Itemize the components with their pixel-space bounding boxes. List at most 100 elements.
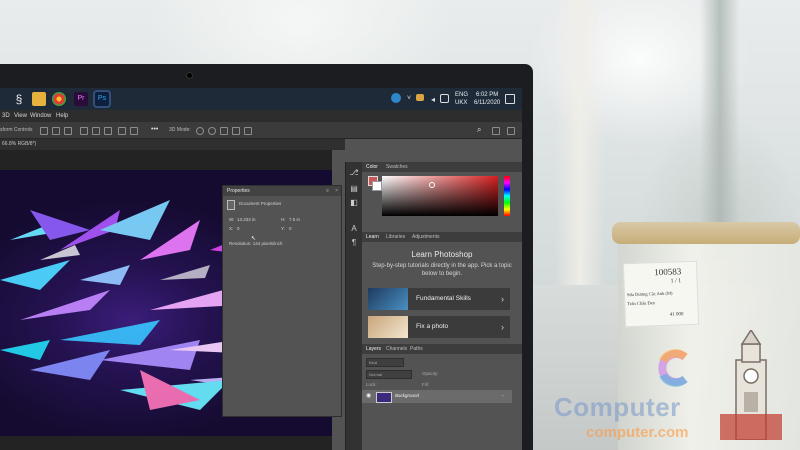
- color-picker-ring[interactable]: [429, 182, 435, 188]
- blend-mode-value: Normal: [369, 372, 382, 377]
- document-tab[interactable]: 66.8% RGB/8*): [0, 139, 345, 150]
- learn-panel-tabs: Learn Libraries Adjustments: [362, 232, 522, 242]
- language-indicator[interactable]: ENG UKX: [455, 91, 468, 107]
- photoshop-icon[interactable]: Ps: [95, 92, 109, 106]
- more-options-icon[interactable]: •••: [151, 122, 158, 138]
- mouse-cursor-icon: ↖: [251, 236, 257, 242]
- onedrive-icon[interactable]: [416, 94, 424, 101]
- roll-3d-icon[interactable]: [208, 127, 216, 135]
- receipt-line-5: 41 000: [669, 312, 684, 318]
- y-value[interactable]: 0: [289, 226, 292, 232]
- learn-panel: Learn Libraries Adjustments Learn Photos…: [362, 232, 522, 340]
- webcam: [187, 73, 192, 78]
- chrome-icon[interactable]: [52, 92, 66, 106]
- chevron-right-icon: ›: [501, 322, 504, 332]
- layer-filter-label: Kind: [369, 360, 378, 365]
- premiere-icon[interactable]: Pr: [74, 92, 88, 106]
- transform-controls-checkbox[interactable]: sform Controls: [0, 122, 33, 138]
- menu-item-3d[interactable]: 3D: [2, 110, 10, 122]
- menu-item-window[interactable]: Window: [30, 110, 51, 122]
- learn-card-label: Fundamental Skills: [416, 295, 471, 302]
- height-value[interactable]: 7.5 in: [289, 217, 300, 223]
- scale-3d-icon[interactable]: [244, 127, 252, 135]
- adjust-icon[interactable]: ◧: [349, 198, 359, 208]
- notifications-icon[interactable]: [505, 94, 515, 104]
- width-value[interactable]: 13.333 in: [237, 217, 256, 223]
- watermark-text: Computer: [554, 392, 681, 422]
- layer-thumbnail: [376, 392, 392, 403]
- character-icon[interactable]: A: [349, 224, 359, 234]
- hue-slider[interactable]: [504, 176, 510, 216]
- menu-item-view[interactable]: View: [14, 110, 27, 122]
- 3d-mode-label: 3D Mode:: [169, 127, 191, 133]
- rotate-3d-icon[interactable]: [196, 127, 204, 135]
- layer-row[interactable]: ◉ Background ▫: [362, 390, 512, 403]
- paragraph-icon[interactable]: ¶: [349, 238, 359, 248]
- layers-panel-tabs: Layers Channels Paths: [362, 344, 522, 354]
- clock[interactable]: 6:02 PM 6/11/2020: [474, 91, 500, 107]
- network-icon[interactable]: [440, 94, 449, 103]
- document-icon: [227, 200, 235, 210]
- opacity-label: Opacity:: [422, 371, 439, 376]
- laptop: § Pr Ps ˅ ◂ ENG UKX 6:02 PM 6/11/2020 3D…: [0, 64, 533, 450]
- snake-icon[interactable]: §: [12, 92, 26, 106]
- width-label: W:: [229, 217, 235, 222]
- tab-swatches[interactable]: Swatches: [386, 162, 408, 172]
- layer-name[interactable]: Background: [395, 393, 419, 399]
- tab-channels[interactable]: Channels: [386, 344, 407, 354]
- color-picker-field[interactable]: [382, 176, 498, 216]
- panel-menu-icon[interactable]: ≡: [326, 186, 329, 196]
- tab-learn[interactable]: Learn: [366, 232, 379, 242]
- properties-title: Properties: [227, 188, 250, 194]
- help-icon[interactable]: [391, 93, 401, 103]
- search-icon[interactable]: ⌕: [477, 122, 481, 138]
- chevron-up-icon[interactable]: ˅: [405, 92, 413, 102]
- laptop-screen: § Pr Ps ˅ ◂ ENG UKX 6:02 PM 6/11/2020 3D…: [0, 88, 522, 450]
- document-tab-label: 66.8% RGB/8*): [2, 141, 37, 147]
- tab-color[interactable]: Color: [366, 162, 378, 172]
- properties-icon[interactable]: ▤: [349, 184, 359, 194]
- background-color-swatch[interactable]: [372, 181, 382, 191]
- slide-3d-icon[interactable]: [232, 127, 240, 135]
- chevron-right-icon: ›: [501, 294, 504, 304]
- learn-card-fundamental-skills[interactable]: Fundamental Skills ›: [368, 288, 510, 310]
- tab-adjustments[interactable]: Adjustments: [412, 232, 440, 242]
- share-icon[interactable]: [507, 127, 515, 135]
- history-icon[interactable]: ⎇: [349, 168, 359, 178]
- menu-item-help[interactable]: Help: [56, 110, 68, 122]
- x-label: X:: [229, 226, 234, 231]
- align-right-icon[interactable]: [64, 127, 72, 135]
- align-middle-icon[interactable]: [92, 127, 100, 135]
- height-label: H:: [281, 217, 286, 222]
- lock-label: Lock:: [366, 382, 377, 387]
- layers-panel: Layers Channels Paths Kind Normal Opacit…: [362, 344, 522, 450]
- learn-card-fix-a-photo[interactable]: Fix a photo ›: [368, 316, 510, 338]
- clock-tower-illustration: [720, 330, 782, 440]
- workspace-icon[interactable]: [492, 127, 500, 135]
- drag-3d-icon[interactable]: [220, 127, 228, 135]
- tab-libraries[interactable]: Libraries: [386, 232, 405, 242]
- distribute-icon[interactable]: [118, 127, 126, 135]
- close-icon[interactable]: ×: [335, 186, 338, 196]
- layer-filter-select[interactable]: Kind: [366, 358, 404, 367]
- tab-layers[interactable]: Layers: [366, 344, 381, 354]
- receipt-line-3: Sữa Dương Cắc Anh (M): [626, 290, 673, 298]
- x-value[interactable]: 0: [237, 226, 240, 232]
- blend-mode-select[interactable]: Normal: [366, 370, 412, 379]
- windows-taskbar: § Pr Ps ˅ ◂ ENG UKX 6:02 PM 6/11/2020: [0, 88, 522, 110]
- distribute-horizontal-icon[interactable]: [130, 127, 138, 135]
- document-properties-label: Document Properties: [239, 201, 282, 206]
- align-bottom-icon[interactable]: [104, 127, 112, 135]
- align-top-icon[interactable]: [80, 127, 88, 135]
- tab-paths[interactable]: Paths: [410, 344, 423, 354]
- align-center-icon[interactable]: [52, 127, 60, 135]
- volume-icon[interactable]: ◂: [429, 93, 437, 104]
- cup-receipt-label: 100583 1 / 1 Sữa Dương Cắc Anh (M) Trân …: [622, 260, 700, 328]
- learn-card-thumbnail: [368, 316, 408, 338]
- eye-icon[interactable]: ◉: [366, 393, 371, 399]
- learn-card-label: Fix a photo: [416, 323, 449, 330]
- watermark-logo-icon: [658, 349, 688, 387]
- folder-icon[interactable]: [32, 92, 46, 106]
- properties-panel: Properties ≡ × Document Properties W: 13…: [222, 185, 342, 417]
- align-left-icon[interactable]: [40, 127, 48, 135]
